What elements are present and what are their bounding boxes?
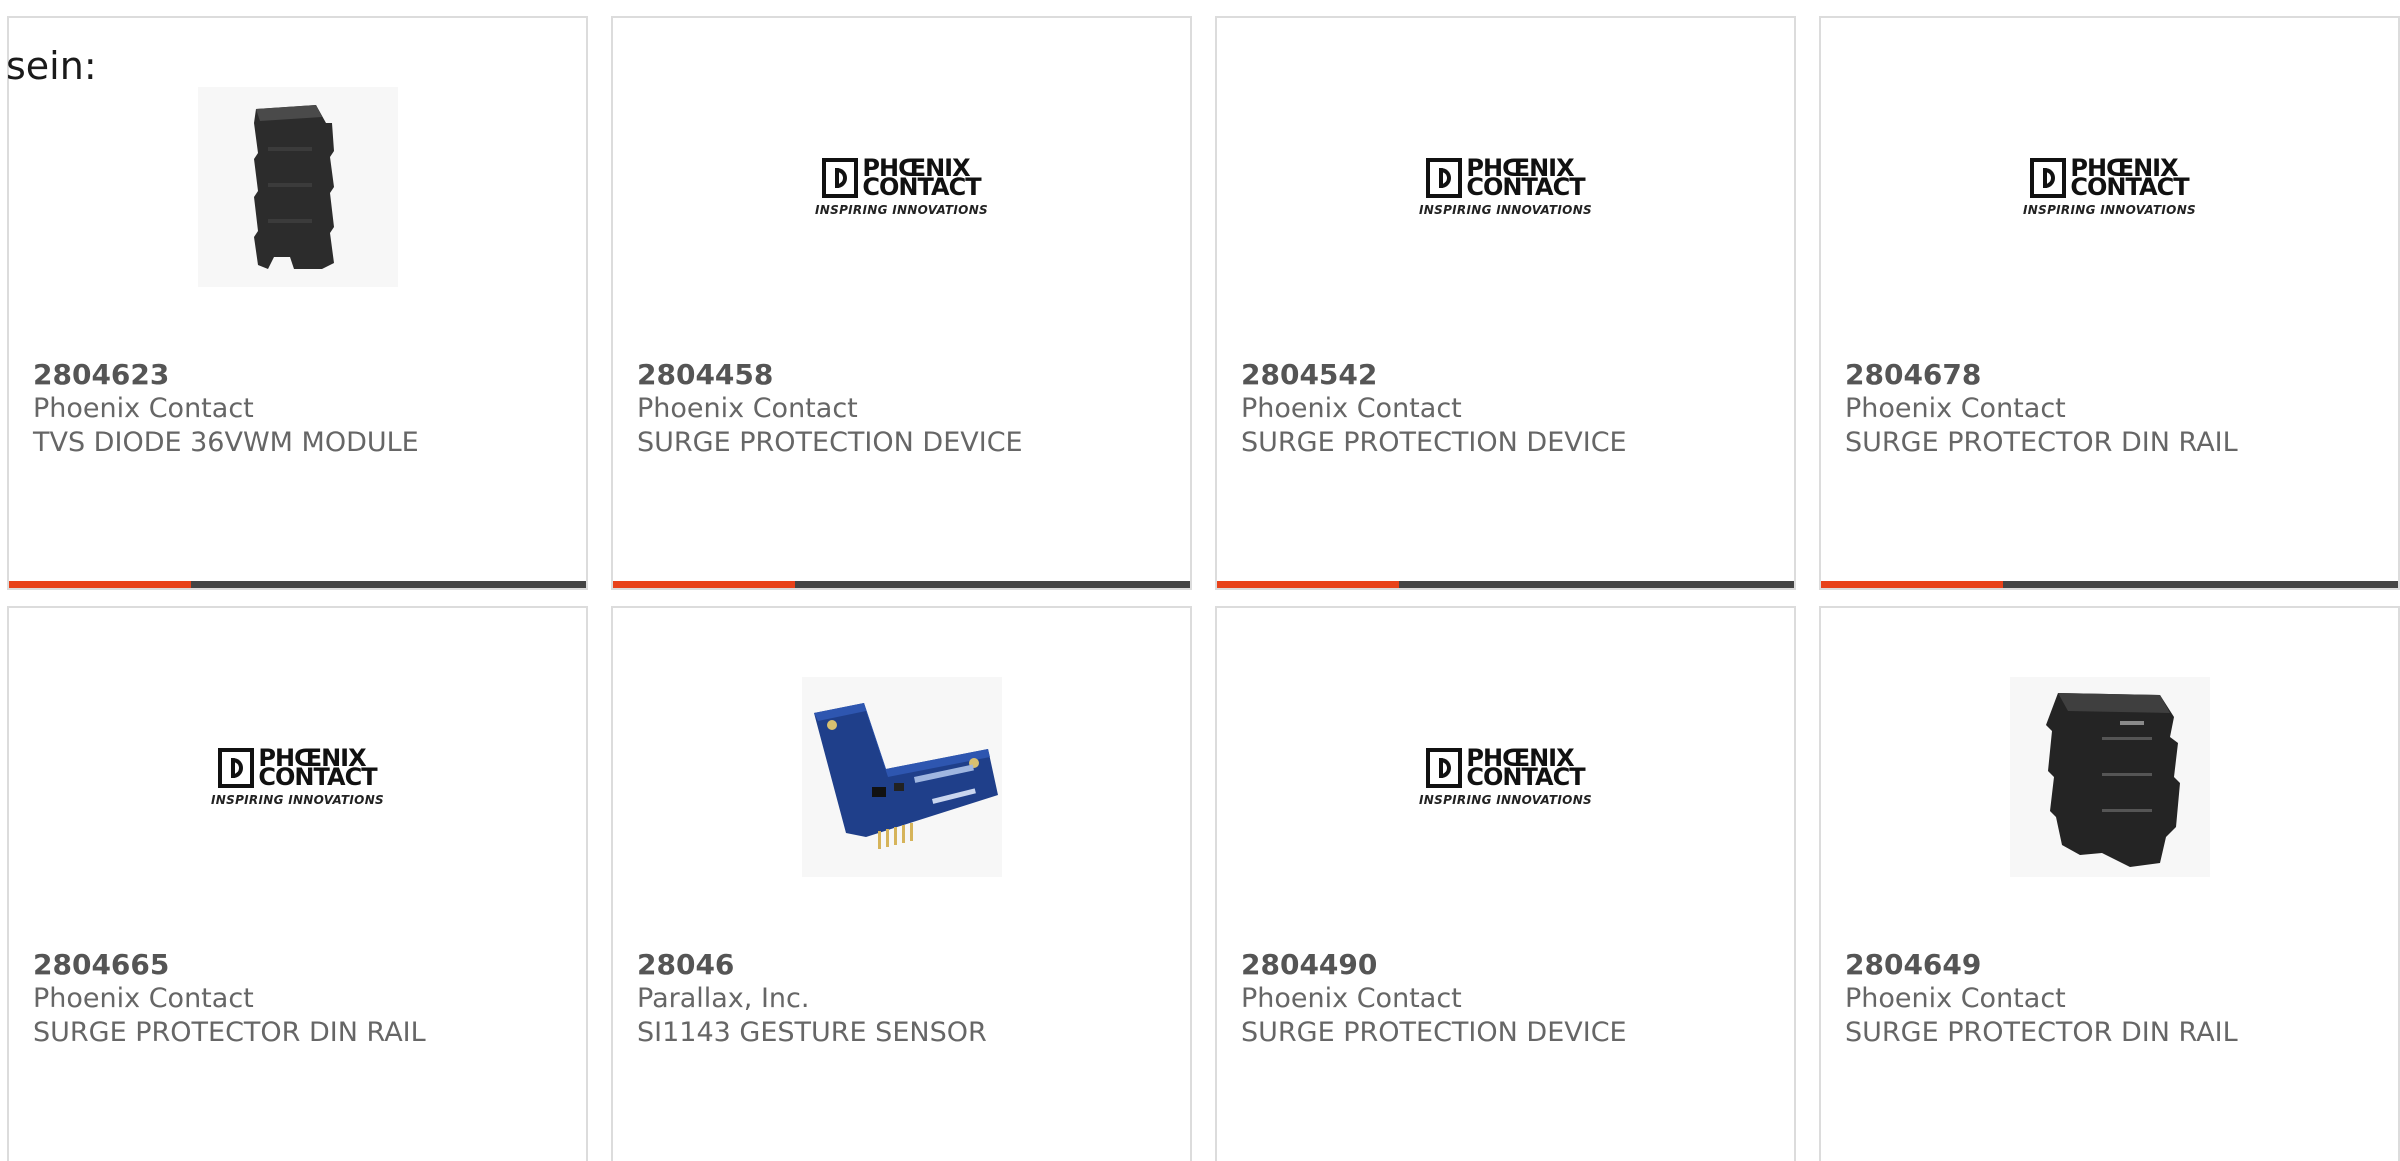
product-grid: 2804623 Phoenix Contact TVS DIODE 36VWM … (0, 0, 2400, 1161)
page: sein: 2804623 Phoenix Contact TVS DIODE … (0, 0, 2400, 1161)
manufacturer: Phoenix Contact (1241, 393, 1462, 424)
product-info: 2804623 Phoenix Contact TVS DIODE 36VWM … (33, 358, 570, 460)
phoenix-contact-logo: PHŒNIX CONTACT INSPIRING INNOVATIONS (2023, 156, 2196, 217)
logo-line2: CONTACT (258, 762, 377, 791)
part-number[interactable]: 2804665 (33, 948, 570, 982)
logo-line2: CONTACT (1466, 762, 1585, 791)
phoenix-contact-logo: PHŒNIX CONTACT INSPIRING INNOVATIONS (815, 156, 988, 217)
manufacturer: Phoenix Contact (1241, 983, 1462, 1014)
product-card[interactable]: 2804649 Phoenix Contact SURGE PROTECTOR … (1819, 606, 2400, 1161)
description: SURGE PROTECTION DEVICE (1241, 1017, 1627, 1048)
logo-line2: CONTACT (2070, 172, 2189, 201)
product-card[interactable]: 2804623 Phoenix Contact TVS DIODE 36VWM … (7, 16, 588, 590)
phoenix-mark-icon (1426, 157, 1463, 198)
part-number[interactable]: 2804490 (1241, 948, 1778, 982)
product-card[interactable]: PHŒNIX CONTACT INSPIRING INNOVATIONS 280… (7, 606, 588, 1161)
part-number[interactable]: 2804542 (1241, 358, 1778, 392)
product-image: PHŒNIX CONTACT INSPIRING INNOVATIONS (1217, 672, 1794, 882)
product-info: 2804678 Phoenix Contact SURGE PROTECTOR … (1845, 358, 2382, 460)
card-bar (1217, 581, 1794, 588)
manufacturer: Phoenix Contact (33, 393, 254, 424)
card-bar (9, 581, 586, 588)
phoenix-mark-icon (218, 747, 255, 788)
card-bar-accent (1821, 581, 2003, 588)
manufacturer: Phoenix Contact (33, 983, 254, 1014)
logo-tagline: INSPIRING INNOVATIONS (1419, 792, 1592, 807)
phoenix-mark-icon (822, 157, 859, 198)
part-number[interactable]: 2804458 (637, 358, 1174, 392)
product-info: 2804458 Phoenix Contact SURGE PROTECTION… (637, 358, 1174, 460)
product-image: PHŒNIX CONTACT INSPIRING INNOVATIONS (1821, 82, 2398, 292)
card-bar-accent (613, 581, 795, 588)
description: SURGE PROTECTION DEVICE (1241, 427, 1627, 458)
description: SURGE PROTECTOR DIN RAIL (1845, 427, 2238, 458)
product-image: PHŒNIX CONTACT INSPIRING INNOVATIONS (1217, 82, 1794, 292)
description: SI1143 GESTURE SENSOR (637, 1017, 987, 1048)
part-number[interactable]: 28046 (637, 948, 1174, 982)
product-image: PHŒNIX CONTACT INSPIRING INNOVATIONS (9, 672, 586, 882)
product-image (1821, 672, 2398, 882)
product-card[interactable]: PHŒNIX CONTACT INSPIRING INNOVATIONS 280… (611, 16, 1192, 590)
logo-tagline: INSPIRING INNOVATIONS (1419, 202, 1592, 217)
card-bar (613, 581, 1190, 588)
card-bar-accent (9, 581, 191, 588)
part-number[interactable]: 2804623 (33, 358, 570, 392)
manufacturer: Phoenix Contact (1845, 983, 2066, 1014)
product-info: 2804665 Phoenix Contact SURGE PROTECTOR … (33, 948, 570, 1050)
card-bar-accent (1217, 581, 1399, 588)
product-info: 28046 Parallax, Inc. SI1143 GESTURE SENS… (637, 948, 1174, 1050)
logo-line2: CONTACT (862, 172, 981, 201)
gesture-sensor-photo (801, 677, 1002, 877)
manufacturer: Phoenix Contact (1845, 393, 2066, 424)
phoenix-mark-icon (2030, 157, 2067, 198)
din-module-photo (2009, 677, 2210, 877)
product-info: 2804649 Phoenix Contact SURGE PROTECTOR … (1845, 948, 2382, 1050)
phoenix-contact-logo: PHŒNIX CONTACT INSPIRING INNOVATIONS (211, 746, 384, 807)
manufacturer: Phoenix Contact (637, 393, 858, 424)
logo-tagline: INSPIRING INNOVATIONS (2023, 202, 2196, 217)
part-number[interactable]: 2804649 (1845, 948, 2382, 982)
product-card[interactable]: PHŒNIX CONTACT INSPIRING INNOVATIONS 280… (1215, 606, 1796, 1161)
description: TVS DIODE 36VWM MODULE (33, 427, 419, 458)
product-image (613, 672, 1190, 882)
logo-tagline: INSPIRING INNOVATIONS (211, 792, 384, 807)
product-image (9, 82, 586, 292)
product-card[interactable]: PHŒNIX CONTACT INSPIRING INNOVATIONS 280… (1215, 16, 1796, 590)
part-number[interactable]: 2804678 (1845, 358, 2382, 392)
phoenix-mark-icon (1426, 747, 1463, 788)
phoenix-contact-logo: PHŒNIX CONTACT INSPIRING INNOVATIONS (1419, 156, 1592, 217)
logo-line2: CONTACT (1466, 172, 1585, 201)
product-image: PHŒNIX CONTACT INSPIRING INNOVATIONS (613, 82, 1190, 292)
description: SURGE PROTECTION DEVICE (637, 427, 1023, 458)
product-card[interactable]: 28046 Parallax, Inc. SI1143 GESTURE SENS… (611, 606, 1192, 1161)
intro-text: sein: (6, 44, 97, 88)
product-info: 2804490 Phoenix Contact SURGE PROTECTION… (1241, 948, 1778, 1050)
din-module-photo (197, 87, 398, 287)
card-bar (1821, 581, 2398, 588)
description: SURGE PROTECTOR DIN RAIL (33, 1017, 426, 1048)
phoenix-contact-logo: PHŒNIX CONTACT INSPIRING INNOVATIONS (1419, 746, 1592, 807)
product-card[interactable]: PHŒNIX CONTACT INSPIRING INNOVATIONS 280… (1819, 16, 2400, 590)
manufacturer: Parallax, Inc. (637, 983, 810, 1014)
product-info: 2804542 Phoenix Contact SURGE PROTECTION… (1241, 358, 1778, 460)
description: SURGE PROTECTOR DIN RAIL (1845, 1017, 2238, 1048)
logo-tagline: INSPIRING INNOVATIONS (815, 202, 988, 217)
